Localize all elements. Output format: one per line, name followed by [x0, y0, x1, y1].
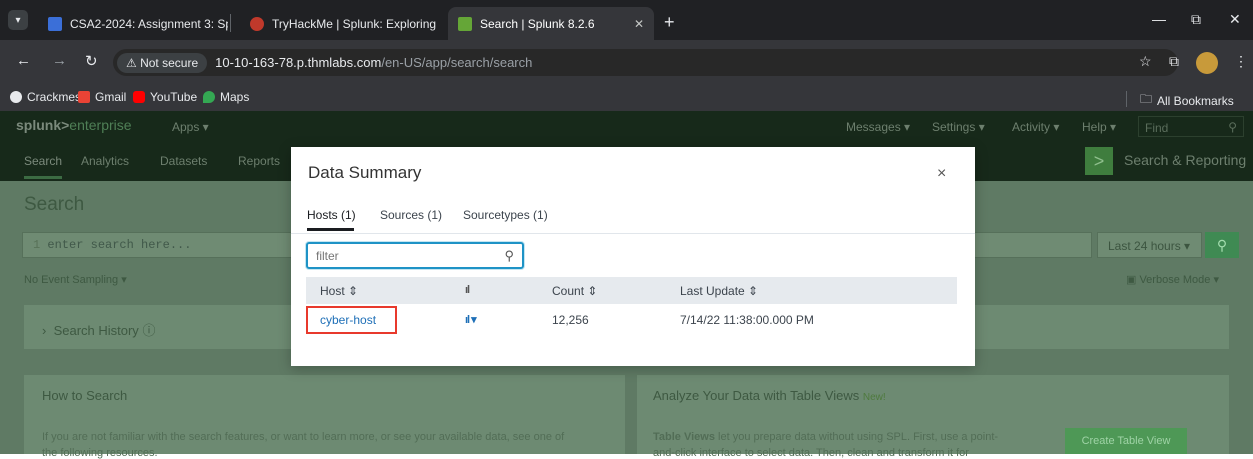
how-to-search-panel: How to Search If you are not familiar wi… — [24, 375, 625, 459]
minimize-button[interactable]: — — [1152, 11, 1166, 27]
browser-tab-splunk-search[interactable]: Search | Splunk 8.2.6 ✕ — [448, 7, 654, 40]
bookmark-gmail[interactable]: Gmail — [78, 90, 126, 104]
all-bookmarks-folder[interactable]: 🗀 All Bookmarks — [1140, 90, 1234, 111]
create-table-view-button[interactable]: Create Table View — [1065, 428, 1187, 454]
filter-input[interactable] — [314, 248, 494, 264]
find-input[interactable]: Find ⚲ — [1138, 116, 1244, 137]
messages-menu[interactable]: Messages ▾ — [846, 120, 910, 134]
nav-search[interactable]: Search — [24, 154, 62, 168]
modal-close-button[interactable]: × — [937, 165, 946, 183]
column-last-update[interactable]: Last Update ⇕ — [680, 284, 758, 298]
table-row: cyber-host ıl ▾ 12,256 7/14/22 11:38:00.… — [306, 304, 957, 335]
tab-sources[interactable]: Sources (1) — [380, 208, 442, 222]
url-path: /en-US/app/search/search — [381, 55, 533, 70]
folder-icon: 🗀 — [1140, 92, 1153, 106]
event-sampling-dropdown[interactable]: No Event Sampling ▾ — [24, 273, 127, 286]
tab-search-dropdown[interactable]: ▾ — [8, 10, 28, 30]
reload-icon[interactable]: ↻ — [85, 52, 98, 70]
tryhackme-favicon-icon — [250, 16, 264, 31]
active-tab-indicator — [307, 228, 354, 231]
forward-arrow-icon[interactable]: → — [52, 52, 67, 69]
filter-field[interactable]: ⚲ — [306, 242, 524, 269]
bookmark-maps[interactable]: Maps — [203, 90, 249, 104]
data-summary-modal: Data Summary × Hosts (1) Sources (1) Sou… — [291, 147, 975, 366]
row-last-update: 7/14/22 11:38:00.000 PM — [680, 313, 814, 327]
page-title: Search — [24, 194, 85, 215]
browser-tab-tryhackme[interactable]: TryHackMe | Splunk: Exploring S ✕ — [240, 7, 440, 40]
tab-hosts[interactable]: Hosts (1) — [307, 208, 356, 222]
bookmark-youtube[interactable]: YouTube — [133, 90, 197, 104]
nav-datasets[interactable]: Datasets — [160, 154, 207, 168]
table-views-text-2: and-click interface to select data. Then… — [653, 447, 969, 459]
row-count: 12,256 — [552, 313, 589, 327]
bar-chart-icon: ıl — [465, 284, 470, 296]
warning-triangle-icon: ⚠ — [126, 55, 141, 70]
tab-divider — [291, 233, 975, 234]
table-views-title: Analyze Your Data with Table Views — [653, 388, 860, 403]
activity-menu[interactable]: Activity ▾ — [1012, 120, 1059, 134]
browser-menu-icon[interactable]: ⋮ — [1234, 53, 1248, 70]
bookmarks-bar: Crackmes Gmail YouTube Maps 🗀 All Bookmar… — [0, 85, 1253, 111]
search-icon: ⚲ — [1228, 120, 1237, 134]
help-menu[interactable]: Help ▾ — [1082, 120, 1116, 134]
mode-icon: ▣ — [1126, 274, 1140, 286]
address-bar[interactable]: ⚠ Not secure 10-10-163-78.p.thmlabs.com /… — [113, 49, 1178, 76]
tab-title: Search | Splunk 8.2.6 — [480, 16, 595, 31]
column-count[interactable]: Count ⇕ — [552, 284, 597, 298]
settings-menu[interactable]: Settings ▾ — [932, 120, 985, 134]
column-host[interactable]: Host ⇕ — [320, 284, 358, 298]
splunk-favicon-icon — [458, 16, 472, 31]
tab-close-icon[interactable]: ✕ — [634, 17, 644, 31]
chevron-right-icon: › — [42, 323, 54, 338]
highlight-annotation-box — [306, 306, 397, 334]
bookmark-star-icon[interactable]: ☆ — [1139, 53, 1152, 70]
extensions-icon[interactable]: ⧉ — [1169, 53, 1179, 70]
table-views-text: Table Views let you prepare data without… — [653, 431, 999, 443]
url-host: 10-10-163-78.p.thmlabs.com — [215, 55, 382, 70]
app-name: Search & Reporting — [1124, 152, 1247, 168]
how-to-search-text-2: the following resources. — [42, 447, 158, 459]
search-icon: ⚲ — [1216, 236, 1228, 253]
how-to-search-text: If you are not familiar with the search … — [42, 431, 565, 443]
tab-sourcetypes[interactable]: Sourcetypes (1) — [463, 208, 548, 222]
maximize-button[interactable]: ⧉ — [1191, 11, 1201, 28]
apps-menu[interactable]: Apps ▾ — [172, 120, 209, 134]
browser-tab-bar: ▾ CSA2-2024: Assignment 3: Splu ✕ TryHac… — [0, 0, 1253, 40]
new-badge: New! — [862, 392, 886, 403]
maps-pin-icon — [203, 91, 215, 103]
nav-analytics[interactable]: Analytics — [81, 154, 129, 168]
table-views-panel: Analyze Your Data with Table Views New! … — [637, 375, 1229, 459]
modal-title: Data Summary — [308, 163, 422, 182]
browser-tab-assignment[interactable]: CSA2-2024: Assignment 3: Splu ✕ — [38, 7, 228, 40]
close-window-button[interactable]: ✕ — [1229, 11, 1241, 28]
app-logo-icon: > — [1085, 147, 1113, 175]
search-icon: ⚲ — [504, 248, 514, 263]
not-secure-badge[interactable]: ⚠ Not secure — [117, 52, 208, 73]
browser-toolbar: ← → ↻ ⚠ Not secure 10-10-163-78.p.thmlab… — [0, 40, 1253, 85]
how-to-search-title: How to Search — [42, 388, 128, 403]
youtube-icon — [133, 91, 145, 103]
tab-title: TryHackMe | Splunk: Exploring S — [272, 16, 440, 31]
tab-title: CSA2-2024: Assignment 3: Splu — [70, 16, 228, 31]
nav-reports[interactable]: Reports — [238, 154, 280, 168]
sparkline-dropdown-icon[interactable]: ıl ▾ — [465, 313, 477, 326]
profile-avatar[interactable] — [1196, 52, 1218, 74]
search-submit-button[interactable]: ⚲ — [1205, 232, 1239, 258]
splunk-top-bar: splunk>enterprise Apps ▾ Messages ▾ Sett… — [0, 111, 1253, 142]
back-arrow-icon[interactable]: ← — [16, 52, 31, 69]
search-mode-dropdown[interactable]: ▣ Verbose Mode ▾ — [1126, 273, 1219, 286]
splunk-logo[interactable]: splunk>enterprise — [16, 117, 132, 133]
crackmes-icon — [10, 91, 22, 103]
help-circle-icon: ⓘ — [142, 323, 156, 338]
new-tab-button[interactable]: + — [664, 12, 675, 33]
moodle-favicon-icon — [48, 16, 62, 31]
bookmark-crackmes[interactable]: Crackmes — [10, 90, 81, 104]
gmail-icon — [78, 91, 90, 103]
time-range-picker[interactable]: Last 24 hours ▾ — [1097, 232, 1202, 258]
hosts-table-header: Host ⇕ ıl Count ⇕ Last Update ⇕ — [306, 277, 957, 304]
